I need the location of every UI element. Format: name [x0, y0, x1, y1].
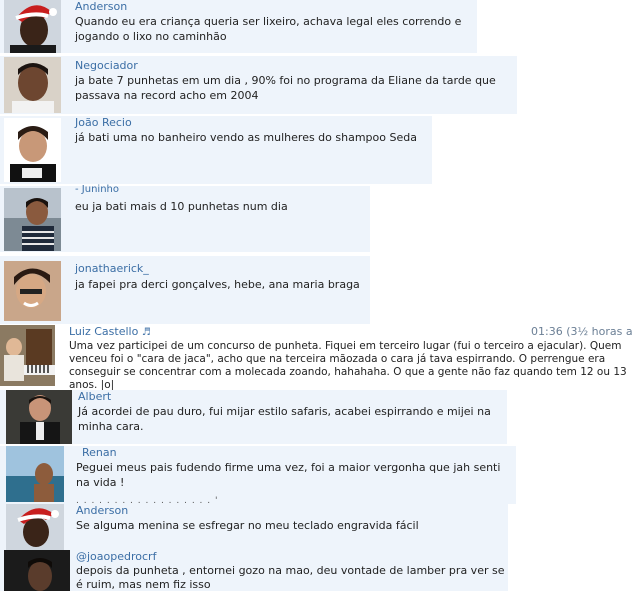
- comment-text: ja bate 7 punhetas em um dia , 90% foi n…: [75, 74, 496, 102]
- comment-text: ja fapei pra derci gonçalves, hebe, ana …: [75, 278, 360, 291]
- author-name-label[interactable]: Luiz Castello: [69, 325, 138, 338]
- author-name[interactable]: Albert: [78, 390, 111, 403]
- author-name[interactable]: Anderson: [76, 504, 128, 517]
- author-name[interactable]: Anderson: [75, 0, 127, 13]
- comment-3: [0, 116, 432, 184]
- avatar-icon[interactable]: [4, 118, 61, 182]
- author-name[interactable]: - Juninho: [75, 184, 119, 195]
- avatar-santa-icon[interactable]: [6, 504, 64, 550]
- author-name[interactable]: Luiz Castello ♬: [69, 325, 151, 338]
- comment-text: Peguei meus pais fudendo firme uma vez, …: [76, 461, 501, 489]
- avatar-icon[interactable]: [6, 390, 72, 444]
- author-name[interactable]: João Recio: [75, 116, 132, 129]
- avatar-icon[interactable]: [4, 57, 61, 113]
- author-name[interactable]: Renan: [82, 446, 117, 459]
- avatar-piano-icon[interactable]: [0, 325, 55, 386]
- comment-text: Já acordei de pau duro, fui mijar estilo…: [78, 405, 491, 433]
- comment-text: eu ja bati mais d 10 punhetas num dia: [75, 200, 288, 213]
- avatar-beach-icon[interactable]: [6, 446, 64, 502]
- author-name[interactable]: @joaopedrocrf: [76, 550, 156, 563]
- comment-text: já bati uma no banheiro vendo as mulhere…: [75, 131, 417, 144]
- avatar-icon[interactable]: [4, 261, 61, 321]
- comment-text: Se alguma menina se esfregar no meu tecl…: [76, 519, 419, 532]
- avatar-icon[interactable]: [4, 188, 61, 251]
- author-name[interactable]: jonathaerick_: [75, 262, 149, 275]
- comment-timestamp: 01:36 (3½ horas a: [531, 325, 633, 338]
- comment-text: depois da punheta , entornei gozo na mao…: [76, 564, 505, 591]
- avatar-santa-icon[interactable]: [4, 0, 61, 53]
- avatar-icon[interactable]: [4, 550, 70, 591]
- music-note-icon: ♬: [141, 327, 151, 338]
- author-name[interactable]: Negociador: [75, 59, 138, 72]
- comment-text: Quando eu era criança queria ser lixeiro…: [75, 15, 462, 43]
- comment-text: Uma vez participei de um concurso de pun…: [69, 340, 627, 391]
